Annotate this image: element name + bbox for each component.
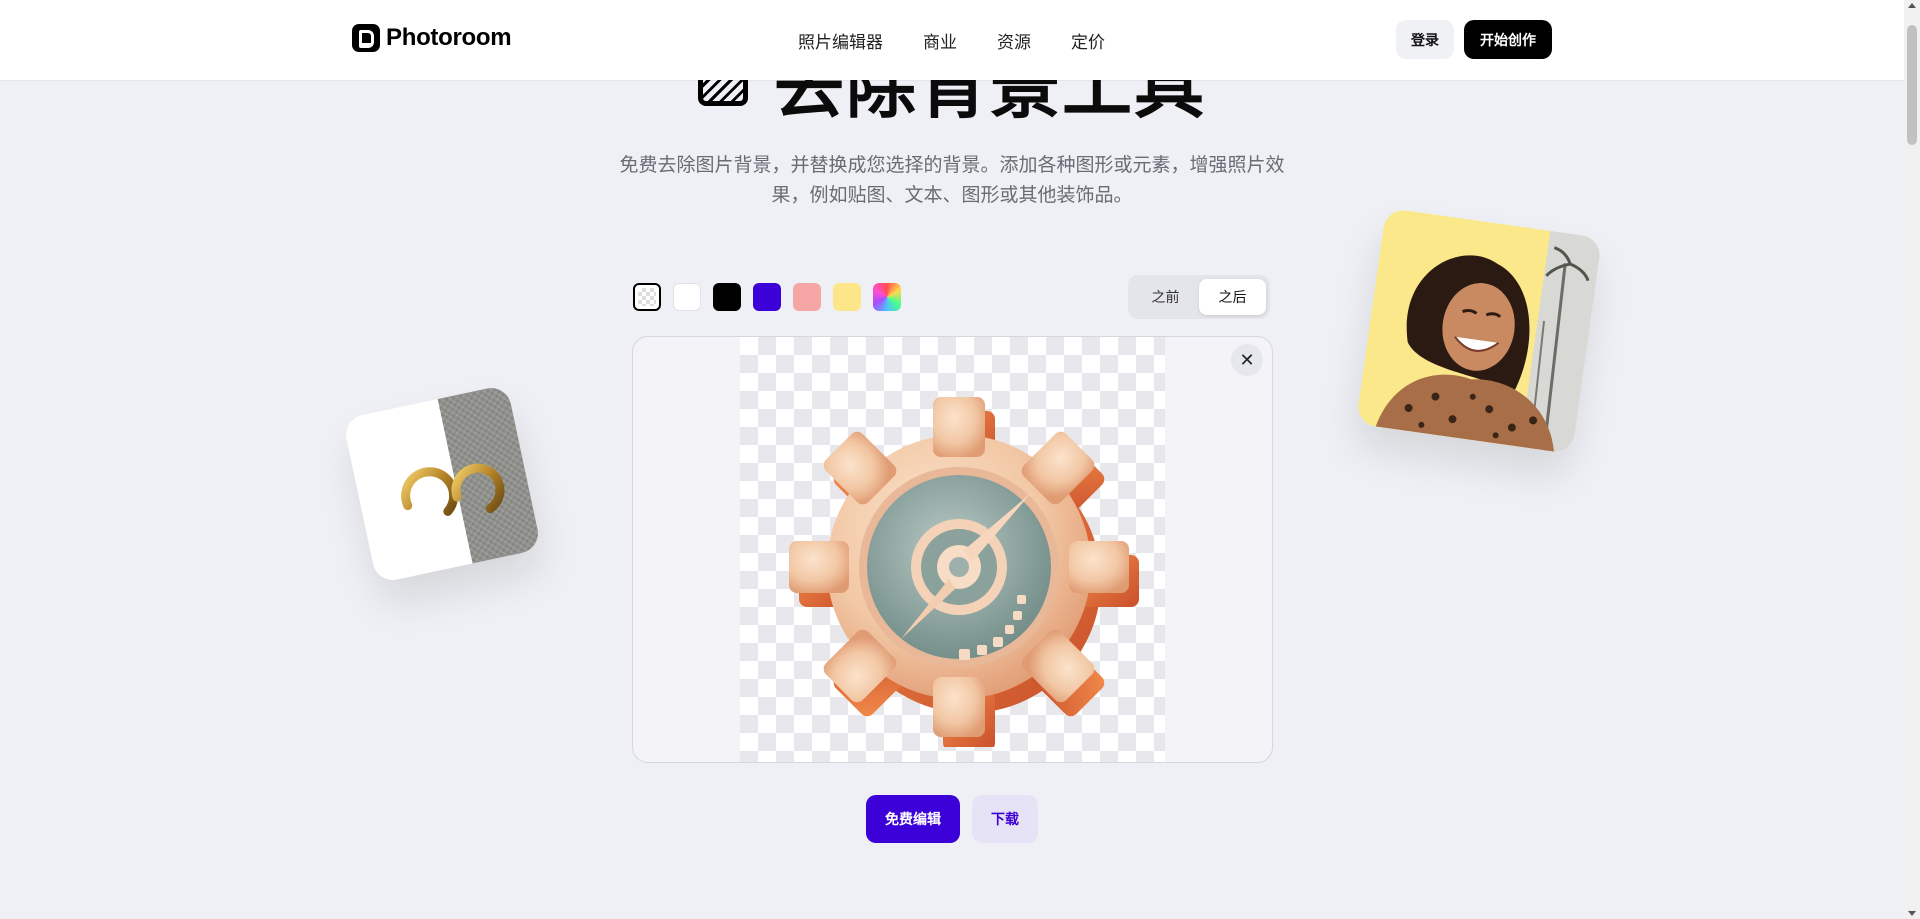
swatch-transparent[interactable] xyxy=(633,283,661,311)
swatch-purple[interactable] xyxy=(753,283,781,311)
main-nav: 照片编辑器 商业 资源 定价 xyxy=(798,28,1145,53)
login-button[interactable]: 登录 xyxy=(1396,20,1454,59)
download-button[interactable]: 下载 xyxy=(972,795,1038,843)
earrings-image xyxy=(401,463,505,516)
photoroom-logo-icon xyxy=(352,24,380,52)
nav-item-business[interactable]: 商业 xyxy=(923,28,957,53)
close-button[interactable]: ✕ xyxy=(1231,344,1263,376)
start-creating-button[interactable]: 开始创作 xyxy=(1464,20,1552,59)
scroll-down-arrow-icon[interactable] xyxy=(1908,911,1916,916)
swatch-pink[interactable] xyxy=(793,283,821,311)
page-scrollbar[interactable] xyxy=(1904,0,1920,919)
subtitle-line-2: 果，例如贴图、文本、图形或其他装饰品。 xyxy=(771,184,1133,206)
toggle-before[interactable]: 之前 xyxy=(1132,279,1199,315)
page-subtitle: 免费去除图片背景，并替换成您选择的背景。添加各种图形或元素，增强照片效 果，例如… xyxy=(596,150,1308,210)
scroll-thumb[interactable] xyxy=(1907,25,1917,145)
subtitle-line-1: 免费去除图片背景，并替换成您选择的背景。添加各种图形或元素，增强照片效 xyxy=(619,154,1285,176)
scroll-up-arrow-icon[interactable] xyxy=(1908,3,1916,8)
background-color-swatches xyxy=(633,283,901,311)
earrings-sample-card[interactable] xyxy=(342,384,542,584)
site-header: Photoroom 照片编辑器 商业 资源 定价 登录 开始创作 xyxy=(0,0,1904,80)
swatch-black[interactable] xyxy=(713,283,741,311)
portrait-sample-card[interactable] xyxy=(1355,207,1603,455)
swatch-white[interactable] xyxy=(673,283,701,311)
nav-item-photo-editor[interactable]: 照片编辑器 xyxy=(798,28,883,53)
free-edit-button[interactable]: 免费编辑 xyxy=(866,795,960,843)
swatch-yellow[interactable] xyxy=(833,283,861,311)
toggle-after[interactable]: 之后 xyxy=(1199,279,1266,315)
nav-item-resources[interactable]: 资源 xyxy=(997,28,1031,53)
nav-item-pricing[interactable]: 定价 xyxy=(1071,28,1105,53)
before-after-toggle: 之前 之后 xyxy=(1128,275,1270,319)
brand-name: Photoroom xyxy=(386,24,512,51)
woman-portrait-image xyxy=(1375,246,1590,452)
close-icon: ✕ xyxy=(1239,349,1255,371)
image-preview-canvas: ✕ xyxy=(632,336,1273,763)
transparent-checker-icon xyxy=(638,288,656,306)
swatch-custom-color[interactable] xyxy=(873,283,901,311)
brand-logo[interactable]: Photoroom xyxy=(352,24,512,52)
gear-compass-image xyxy=(789,397,1139,747)
